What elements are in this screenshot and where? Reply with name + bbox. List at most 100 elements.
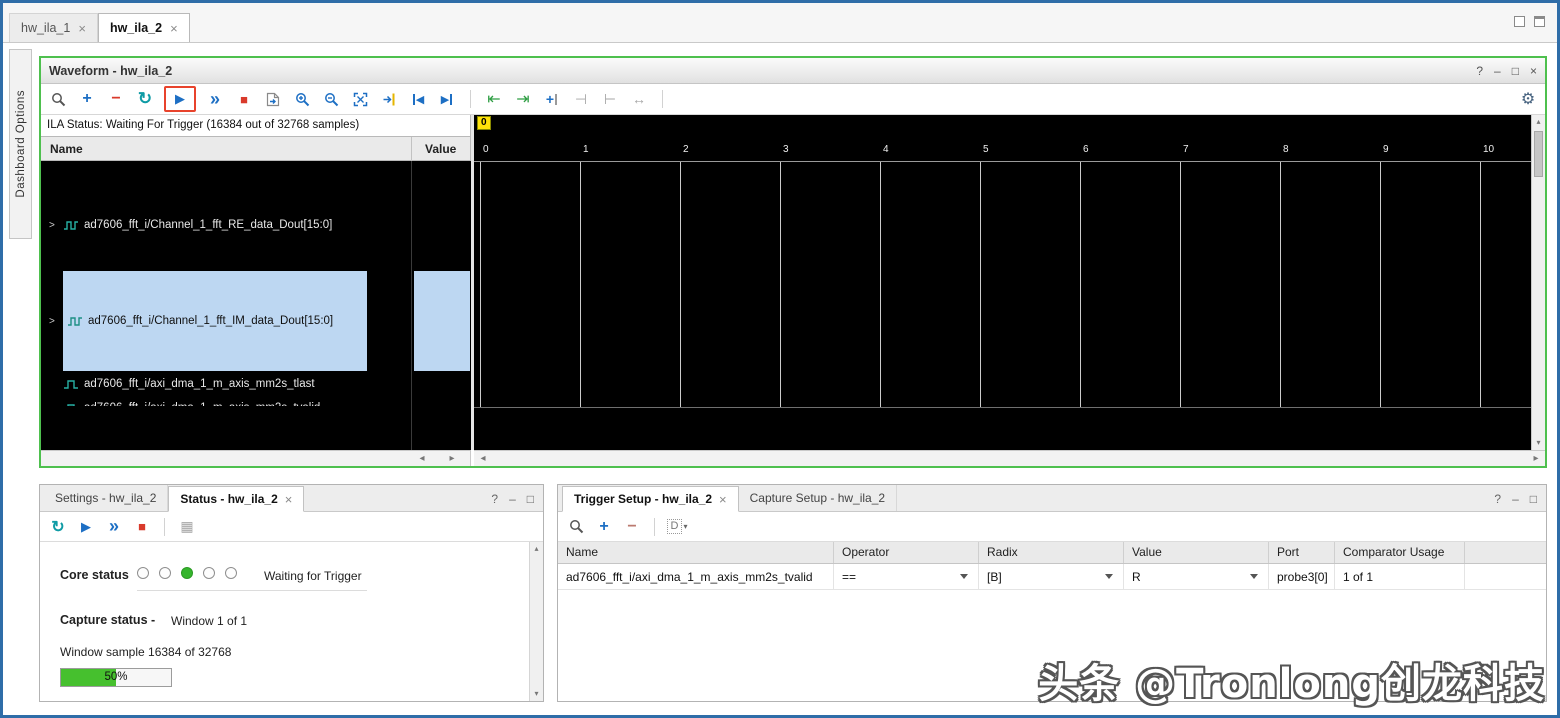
scroll-left-icon[interactable]: ◂	[476, 451, 490, 466]
timeline-tick-label: 6	[1083, 144, 1089, 155]
rerun-trigger-icon[interactable]: ↻	[134, 88, 156, 110]
column-splitter[interactable]	[411, 137, 412, 161]
toolbar-divider	[662, 90, 663, 108]
zoom-fit-icon[interactable]	[349, 88, 371, 110]
remove-probe-icon[interactable]: −	[105, 88, 127, 110]
status-tabstrip: Settings - hw_ila_2 Status - hw_ila_2 × …	[40, 485, 543, 512]
previous-marker-icon[interactable]: ⊣	[570, 88, 592, 110]
close-icon[interactable]: ×	[170, 21, 178, 36]
waveform-display[interactable]: 0 012345678910	[474, 115, 1531, 450]
tab-settings[interactable]: Settings - hw_ila_2	[44, 485, 168, 511]
dashboard-options-label: Dashboard Options	[15, 90, 27, 198]
header-comparator-usage[interactable]: Comparator Usage	[1335, 542, 1465, 563]
settings-gear-icon[interactable]: ⚙	[1517, 88, 1539, 110]
help-icon[interactable]: ?	[1494, 492, 1501, 506]
value-dropdown[interactable]: R	[1124, 564, 1269, 589]
close-icon[interactable]: ×	[1530, 64, 1537, 78]
radix-dropdown[interactable]: [B]	[979, 564, 1124, 589]
add-probe-icon[interactable]: +	[76, 88, 98, 110]
header-port[interactable]: Port	[1269, 542, 1335, 563]
remove-probe-icon[interactable]: −	[621, 516, 643, 538]
signal-row-tlast[interactable]: ad7606_fft_i/axi_dma_1_m_axis_mm2s_tlast	[41, 373, 411, 395]
refresh-icon[interactable]: ↻	[47, 516, 69, 538]
waveform-titlebar[interactable]: Waveform - hw_ila_2 ? – □ ×	[41, 58, 1545, 84]
float-window-icon[interactable]	[1514, 16, 1525, 27]
zoom-in-icon[interactable]	[291, 88, 313, 110]
zoom-out-icon[interactable]	[320, 88, 342, 110]
scroll-up-icon[interactable]: ▴	[530, 542, 543, 556]
vertical-scrollbar[interactable]: ▴ ▾	[529, 542, 543, 701]
run-trigger-icon[interactable]: ▶	[169, 88, 191, 110]
add-marker-icon[interactable]: +	[541, 88, 563, 110]
next-marker-icon[interactable]: ⊢	[599, 88, 621, 110]
float-icon[interactable]: □	[527, 492, 534, 506]
waveform-horizontal-scrollbar[interactable]: ◂ ▸	[474, 450, 1545, 466]
scroll-right-icon[interactable]: ▸	[445, 451, 459, 466]
stop-trigger-icon[interactable]: ■	[131, 516, 153, 538]
expand-icon[interactable]: >	[49, 220, 61, 231]
bus-signal-icon	[67, 316, 83, 327]
close-icon[interactable]: ×	[285, 492, 293, 507]
name-column-header[interactable]: Name	[50, 142, 83, 156]
zoom-to-cursor-icon[interactable]	[378, 88, 400, 110]
minimize-icon[interactable]: –	[509, 492, 516, 506]
trigger-condition-icon[interactable]: D▾	[666, 516, 688, 538]
timeline-gridline	[480, 162, 481, 407]
signal-table-header: Name Value	[41, 137, 471, 161]
goto-start-icon[interactable]: ◀	[407, 88, 429, 110]
add-probe-icon[interactable]: +	[593, 516, 615, 538]
name-horizontal-scrollbar[interactable]: ◂ ▸	[41, 450, 471, 466]
dashboard-options-tab[interactable]: Dashboard Options	[9, 49, 32, 239]
tab-hw-ila-1[interactable]: hw_ila_1 ×	[9, 13, 98, 42]
layout-grid-icon[interactable]: ▦	[176, 516, 198, 538]
maximize-window-icon[interactable]	[1534, 16, 1545, 27]
help-icon[interactable]: ?	[1476, 64, 1483, 78]
header-value[interactable]: Value	[1124, 542, 1269, 563]
scrollbar-thumb[interactable]	[1534, 131, 1543, 177]
scroll-up-icon[interactable]: ▴	[1532, 115, 1545, 129]
run-trigger-immediate-icon[interactable]: »	[204, 88, 226, 110]
signal-row-tvalid[interactable]: ad7606_fft_i/axi_dma_1_m_axis_mm2s_tvali…	[41, 397, 411, 406]
tab-trigger-setup[interactable]: Trigger Setup - hw_ila_2 ×	[562, 486, 739, 512]
header-name[interactable]: Name	[558, 542, 834, 563]
goto-end-icon[interactable]: ▶	[436, 88, 458, 110]
scroll-right-icon[interactable]: ▸	[1529, 451, 1543, 466]
operator-dropdown[interactable]: ==	[834, 564, 979, 589]
previous-transition-icon[interactable]: ⇤	[483, 88, 505, 110]
status-dot-active	[181, 567, 193, 579]
minimize-icon[interactable]: –	[1512, 492, 1519, 506]
run-trigger-immediate-icon[interactable]: »	[103, 516, 125, 538]
panel-controls: ? – □ ×	[1476, 64, 1537, 78]
signal-row-re-data[interactable]: > ad7606_fft_i/Channel_1_fft_RE_data_Dou…	[41, 179, 411, 271]
header-radix[interactable]: Radix	[979, 542, 1124, 563]
float-icon[interactable]: □	[1530, 492, 1537, 506]
close-icon[interactable]: ×	[719, 492, 727, 507]
float-icon[interactable]: □	[1512, 64, 1519, 78]
close-icon[interactable]: ×	[78, 21, 86, 36]
expand-icon[interactable]: >	[49, 316, 61, 327]
minimize-icon[interactable]: –	[1494, 64, 1501, 78]
trigger-table-row[interactable]: ad7606_fft_i/axi_dma_1_m_axis_mm2s_tvali…	[558, 564, 1546, 590]
scroll-down-icon[interactable]: ▾	[530, 687, 543, 701]
search-icon[interactable]	[565, 516, 587, 538]
next-transition-icon[interactable]: ⇥	[512, 88, 534, 110]
header-operator[interactable]: Operator	[834, 542, 979, 563]
selected-value-cell	[414, 271, 470, 371]
value-column-header[interactable]: Value	[425, 142, 456, 156]
tab-status[interactable]: Status - hw_ila_2 ×	[168, 486, 304, 512]
export-ila-data-icon[interactable]	[262, 88, 284, 110]
run-trigger-icon[interactable]: ▶	[75, 516, 97, 538]
timeline-ruler[interactable]: 012345678910	[474, 141, 1531, 161]
scroll-left-icon[interactable]: ◂	[415, 451, 429, 466]
zoom-between-markers-icon[interactable]: ↔	[628, 88, 650, 110]
timeline-gridline	[1080, 162, 1081, 407]
signal-row-im-data[interactable]: > ad7606_fft_i/Channel_1_fft_IM_data_Dou…	[41, 271, 411, 371]
vertical-scrollbar[interactable]: ▴ ▾	[1531, 115, 1545, 450]
stop-trigger-icon[interactable]: ■	[233, 88, 255, 110]
search-icon[interactable]	[47, 88, 69, 110]
trigger-marker-label[interactable]: 0	[477, 116, 491, 130]
tab-hw-ila-2[interactable]: hw_ila_2 ×	[98, 13, 190, 42]
scroll-down-icon[interactable]: ▾	[1532, 436, 1545, 450]
tab-capture-setup[interactable]: Capture Setup - hw_ila_2	[739, 485, 897, 511]
help-icon[interactable]: ?	[491, 492, 498, 506]
